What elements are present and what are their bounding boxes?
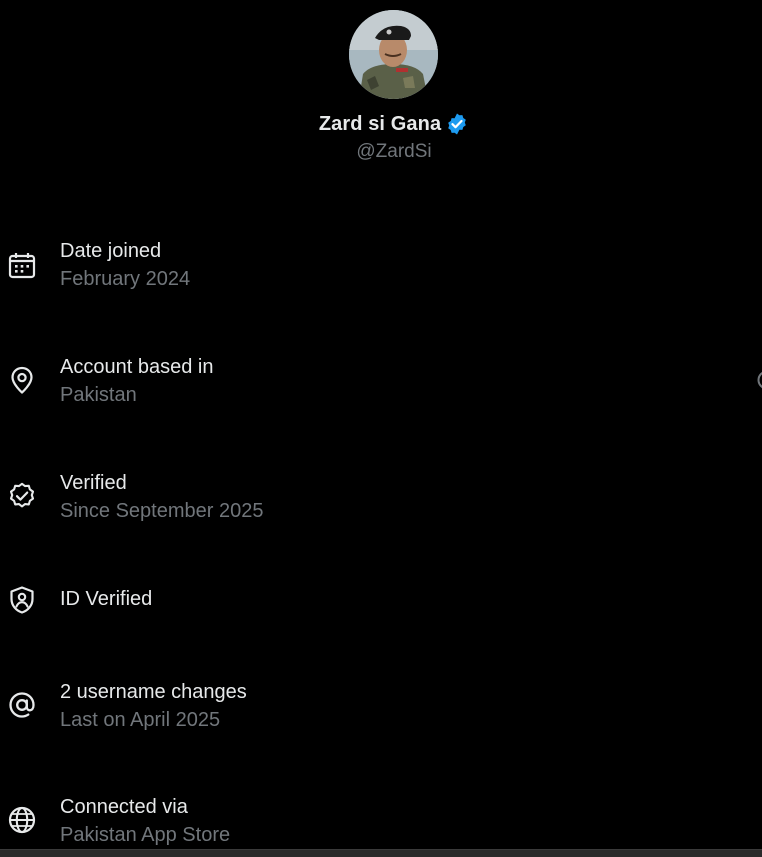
calendar-icon — [7, 250, 37, 280]
info-row-verified: Verified Since September 2025 — [0, 468, 740, 528]
at-sign-icon — [7, 690, 37, 720]
avatar[interactable] — [349, 10, 438, 99]
window-bottom-edge — [0, 849, 762, 857]
avatar-photo — [349, 10, 438, 99]
info-row-id-verified: ID Verified — [0, 584, 740, 644]
info-subtitle: February 2024 — [60, 268, 191, 290]
profile-header: Zard si Gana @ZardSi — [0, 0, 762, 180]
info-row-connected-via: Connected via Pakistan App Store — [0, 792, 740, 852]
info-row-username-changes: 2 username changes Last on April 2025 — [0, 677, 740, 737]
info-title: Account based in — [60, 356, 214, 378]
verified-badge-outline-icon — [7, 481, 37, 511]
info-subtitle: Since September 2025 — [60, 500, 264, 522]
info-title: 2 username changes — [60, 681, 247, 703]
clipped-info-icon[interactable] — [756, 368, 762, 392]
info-row-date-joined: Date joined February 2024 — [0, 236, 740, 296]
info-title: Connected via — [60, 796, 188, 818]
shield-user-icon — [7, 585, 37, 615]
profile-handle: @ZardSi — [356, 141, 432, 162]
verified-badge-icon — [445, 112, 469, 136]
location-pin-icon — [7, 365, 37, 395]
globe-icon — [7, 805, 37, 835]
info-title: Date joined — [60, 240, 162, 262]
info-row-account-based-in: Account based in Pakistan — [0, 352, 740, 412]
info-title: ID Verified — [60, 588, 153, 610]
info-subtitle: Pakistan — [60, 384, 137, 406]
info-subtitle: Pakistan App Store — [60, 824, 231, 846]
info-title: Verified — [60, 472, 127, 494]
info-subtitle: Last on April 2025 — [60, 709, 221, 731]
display-name: Zard si Gana — [318, 112, 442, 135]
name-row: Zard si Gana — [0, 110, 762, 138]
